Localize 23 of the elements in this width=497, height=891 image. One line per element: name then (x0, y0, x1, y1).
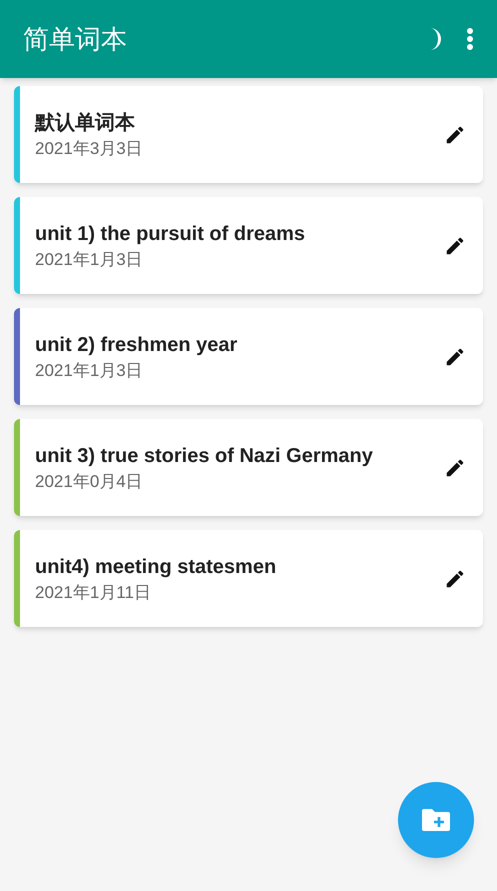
notebook-card[interactable]: 默认单词本 2021年3月3日 (14, 86, 483, 183)
edit-icon[interactable] (444, 456, 466, 478)
more-options-icon[interactable] (466, 27, 474, 51)
edit-icon[interactable] (444, 346, 466, 368)
notebook-date: 2021年1月3日 (35, 248, 144, 270)
notebook-card[interactable]: unit 1) the pursuit of dreams 2021年1月3日 (14, 197, 483, 294)
notebook-title: unit 1) the pursuit of dreams (35, 222, 306, 246)
notebook-date: 2021年1月3日 (35, 360, 144, 382)
notebook-title: unit 3) true stories of Nazi Germany (35, 444, 374, 468)
notebook-date: 2021年1月11日 (35, 582, 152, 604)
edit-icon[interactable] (444, 124, 466, 146)
notebook-title: unit4) meeting statesmen (35, 554, 278, 580)
edit-icon[interactable] (444, 234, 466, 256)
notebook-title: unit 2) freshmen year (35, 332, 238, 358)
notebook-date: 2021年3月3日 (35, 138, 144, 160)
edit-icon[interactable] (444, 568, 466, 590)
notebook-date: 2021年0月4日 (35, 470, 144, 492)
folder-plus-icon (422, 809, 450, 831)
notebook-title: 默认单词本 (35, 110, 136, 136)
notebook-card[interactable]: unit 3) true stories of Nazi Germany 2021年0月4日 (14, 419, 483, 516)
app-title: 简单词本 (23, 22, 128, 56)
notebook-card[interactable]: unit 2) freshmen year 2021年1月3日 (14, 308, 483, 405)
notebook-card[interactable]: unit4) meeting statesmen 2021年1月11日 (14, 530, 483, 627)
